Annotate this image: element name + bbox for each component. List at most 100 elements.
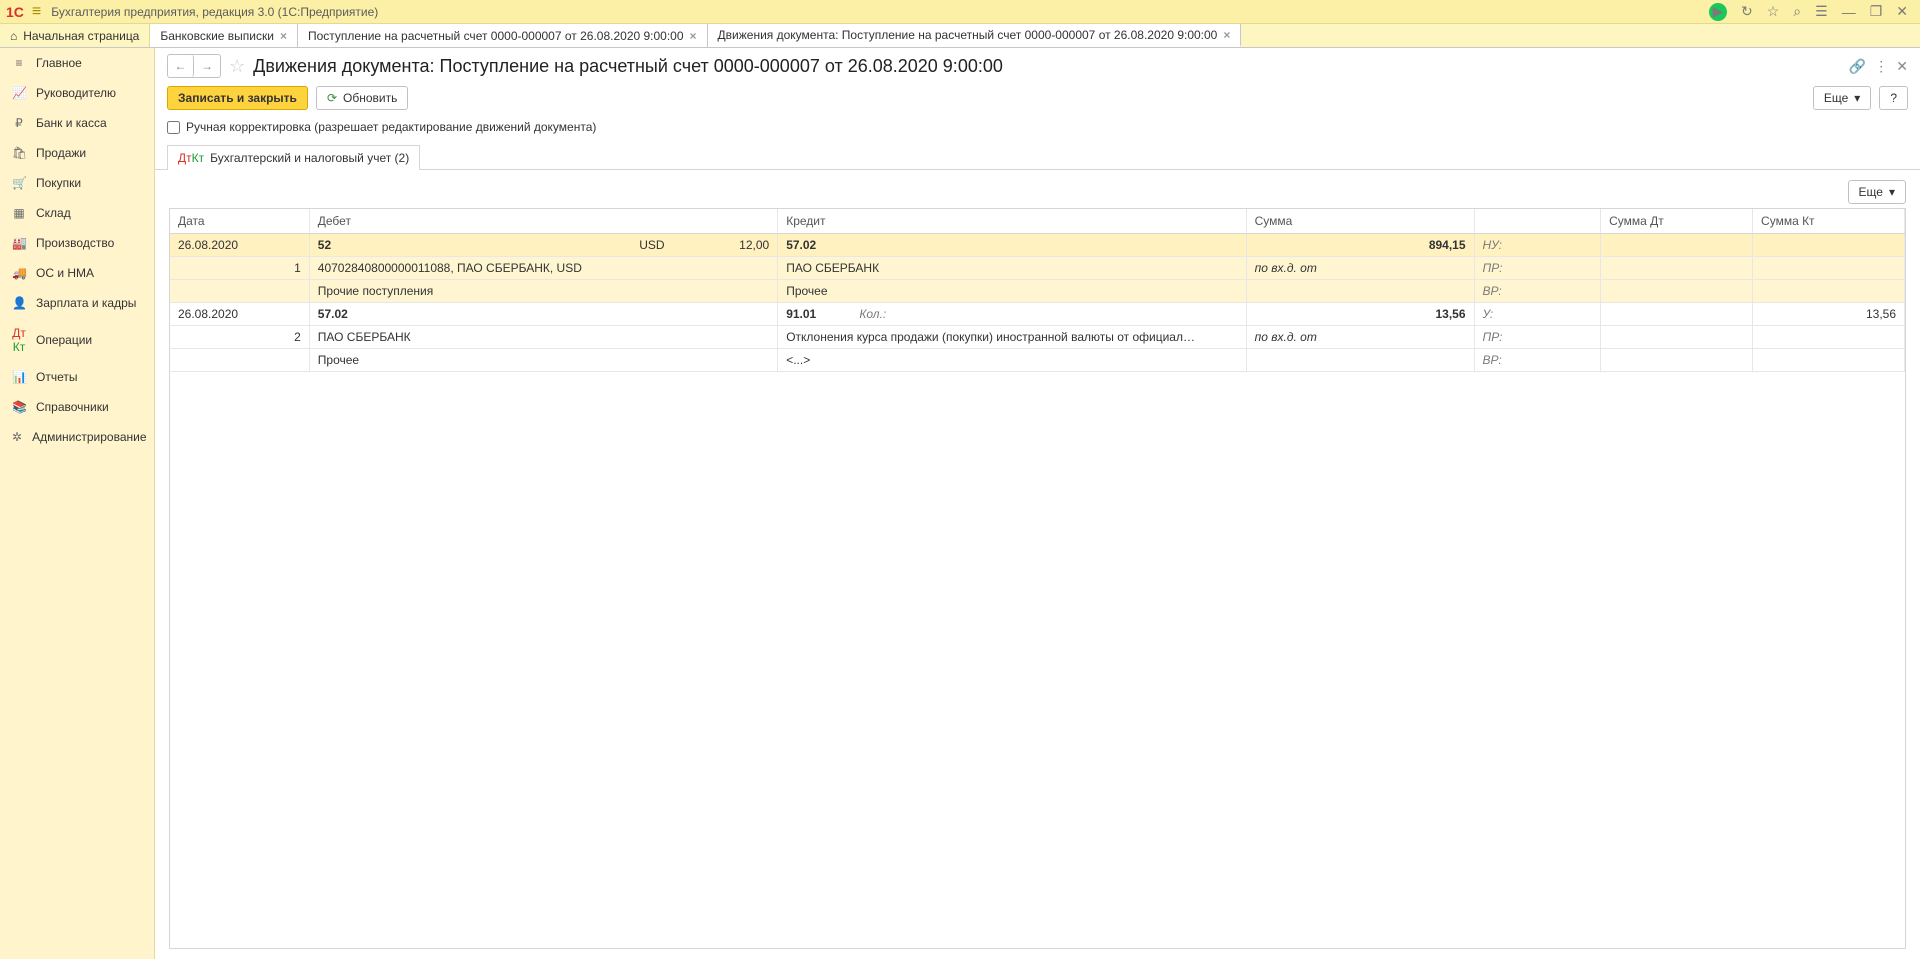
- table-row[interactable]: 26.08.2020 52 USD 12,00 57.02 894,15 НУ:: [170, 234, 1905, 257]
- sidebar-item-label: Покупки: [36, 176, 81, 190]
- table-row[interactable]: 2 ПАО СБЕРБАНК Отклонения курса продажи …: [170, 326, 1905, 349]
- sidebar-item-label: Банк и касса: [36, 116, 107, 130]
- cell-reg: У:: [1474, 303, 1601, 326]
- col-credit[interactable]: Кредит: [778, 209, 1246, 234]
- save-close-button[interactable]: Записать и закрыть: [167, 86, 308, 110]
- inner-tab-accounting[interactable]: ДтКт Бухгалтерский и налоговый учет (2): [167, 145, 420, 170]
- dt-kt-icon: ДтКт: [178, 154, 204, 163]
- tab-close-icon[interactable]: ×: [280, 29, 287, 43]
- cell-n: 2: [170, 326, 309, 349]
- cell-sum-dt: [1601, 326, 1753, 349]
- filter-icon[interactable]: ☰: [1815, 3, 1828, 20]
- table-header-row: Дата Дебет Кредит Сумма Сумма Дт Сумма К…: [170, 209, 1905, 234]
- cell-credit: <...>: [778, 349, 1246, 372]
- sidebar-item-bank[interactable]: ₽Банк и касса: [0, 108, 154, 138]
- sidebar-item-hr[interactable]: 👤Зарплата и кадры: [0, 288, 154, 318]
- person-icon: 👤: [12, 296, 26, 310]
- sidebar-item-reports[interactable]: 📊Отчеты: [0, 362, 154, 392]
- cell-credit: Отклонения курса продажи (покупки) иност…: [778, 326, 1246, 349]
- table-more-button[interactable]: Еще ▾: [1848, 180, 1906, 204]
- sidebar-item-label: Склад: [36, 206, 71, 220]
- cell-sum-dt: [1601, 234, 1753, 257]
- sidebar-item-purchases[interactable]: 🛒Покупки: [0, 168, 154, 198]
- nav-forward-button[interactable]: →: [194, 55, 220, 77]
- cell-credit: ПАО СБЕРБАНК: [778, 257, 1246, 280]
- link-icon[interactable]: 🔗: [1849, 58, 1866, 75]
- cell-sum-kt: 13,56: [1753, 303, 1905, 326]
- sidebar-item-warehouse[interactable]: ▦ Склад: [0, 198, 154, 228]
- window-titlebar: 1С ≡ Бухгалтерия предприятия, редакция 3…: [0, 0, 1920, 24]
- cell-sum-kt: [1753, 326, 1905, 349]
- manual-edit-checkbox[interactable]: [167, 121, 180, 134]
- tab-label: Банковские выписки: [160, 29, 274, 43]
- cell-reg: НУ:: [1474, 234, 1601, 257]
- sidebar-item-production[interactable]: 🏭Производство: [0, 228, 154, 258]
- hamburger-icon[interactable]: ≡: [32, 3, 41, 21]
- close-icon[interactable]: ✕: [1896, 3, 1908, 20]
- tab-bank-statements[interactable]: Банковские выписки ×: [150, 24, 298, 47]
- more-button[interactable]: Еще ▾: [1813, 86, 1871, 110]
- tab-receipt[interactable]: Поступление на расчетный счет 0000-00000…: [298, 24, 708, 47]
- col-sum-dt[interactable]: Сумма Дт: [1601, 209, 1753, 234]
- close-panel-icon[interactable]: ✕: [1896, 58, 1908, 75]
- bar-chart-icon: 📊: [12, 370, 26, 384]
- cell-sum-kt: [1753, 257, 1905, 280]
- home-tab[interactable]: ⌂ Начальная страница: [0, 24, 150, 47]
- tab-movements[interactable]: Движения документа: Поступление на расче…: [708, 24, 1242, 47]
- restore-icon[interactable]: ❐: [1870, 3, 1883, 20]
- play-icon[interactable]: ▶: [1709, 3, 1727, 21]
- cell-empty: [170, 280, 309, 303]
- tab-close-icon[interactable]: ×: [1223, 28, 1230, 42]
- sidebar-item-manager[interactable]: 📈Руководителю: [0, 78, 154, 108]
- col-sum-kt[interactable]: Сумма Кт: [1753, 209, 1905, 234]
- refresh-button[interactable]: ⟳ Обновить: [316, 86, 408, 110]
- document-tabbar: ⌂ Начальная страница Банковские выписки …: [0, 24, 1920, 48]
- cell-credit: 57.02: [778, 234, 1246, 257]
- sidebar-item-references[interactable]: 📚 Справочники: [0, 392, 154, 422]
- cell-date: 26.08.2020: [170, 234, 309, 257]
- list-icon: ≡: [12, 56, 26, 70]
- star-icon[interactable]: ☆: [1767, 3, 1780, 20]
- col-sum[interactable]: Сумма: [1246, 209, 1474, 234]
- search-icon[interactable]: ⌕: [1793, 3, 1801, 20]
- home-icon: ⌂: [10, 29, 17, 43]
- sidebar-item-assets[interactable]: 🚚ОС и НМА: [0, 258, 154, 288]
- col-date[interactable]: Дата: [170, 209, 309, 234]
- nav-back-button[interactable]: ←: [168, 55, 194, 77]
- sidebar-item-main[interactable]: ≡Главное: [0, 48, 154, 78]
- sidebar-item-label: Администрирование: [32, 430, 146, 444]
- cell-n: 1: [170, 257, 309, 280]
- entries-grid[interactable]: Дата Дебет Кредит Сумма Сумма Дт Сумма К…: [169, 208, 1906, 949]
- cell-debit: Прочие поступления: [309, 280, 777, 303]
- refresh-label: Обновить: [343, 91, 397, 105]
- cell-sum: по вх.д. от: [1246, 326, 1474, 349]
- table-row[interactable]: 26.08.2020 57.02 91.01 Кол.: 13,56: [170, 303, 1905, 326]
- grid-icon: ▦: [12, 206, 26, 220]
- books-icon: 📚: [12, 400, 26, 414]
- sidebar-item-operations[interactable]: ДтКтОперации: [0, 318, 154, 362]
- table-more-label: Еще: [1859, 185, 1883, 199]
- col-debit[interactable]: Дебет: [309, 209, 777, 234]
- help-button[interactable]: ?: [1879, 86, 1908, 110]
- refresh-icon: ⟳: [327, 91, 337, 105]
- help-label: ?: [1890, 91, 1897, 105]
- minimize-icon[interactable]: —: [1842, 4, 1856, 20]
- history-icon[interactable]: ↻: [1741, 3, 1753, 20]
- table-row[interactable]: 1 40702840800000011088, ПАО СБЕРБАНК, US…: [170, 257, 1905, 280]
- cell-reg: ПР:: [1474, 257, 1601, 280]
- favorite-star-icon[interactable]: ☆: [229, 56, 245, 77]
- tab-close-icon[interactable]: ×: [690, 29, 697, 43]
- more-vertical-icon[interactable]: ⋮: [1874, 58, 1888, 75]
- sidebar-item-label: Справочники: [36, 400, 109, 414]
- table-row[interactable]: Прочие поступления Прочее ВР:: [170, 280, 1905, 303]
- more-label: Еще: [1824, 91, 1848, 105]
- chevron-down-icon: ▾: [1854, 91, 1860, 105]
- dt-kt-icon: ДтКт: [12, 326, 26, 354]
- table-row[interactable]: Прочее <...> ВР:: [170, 349, 1905, 372]
- col-reg[interactable]: [1474, 209, 1601, 234]
- sidebar-item-admin[interactable]: ✲Администрирование: [0, 422, 154, 452]
- manual-edit-label: Ручная корректировка (разрешает редактир…: [186, 120, 596, 134]
- sidebar-item-label: Продажи: [36, 146, 86, 160]
- chevron-down-icon: ▾: [1889, 185, 1895, 199]
- sidebar-item-sales[interactable]: 🛍Продажи: [0, 138, 154, 168]
